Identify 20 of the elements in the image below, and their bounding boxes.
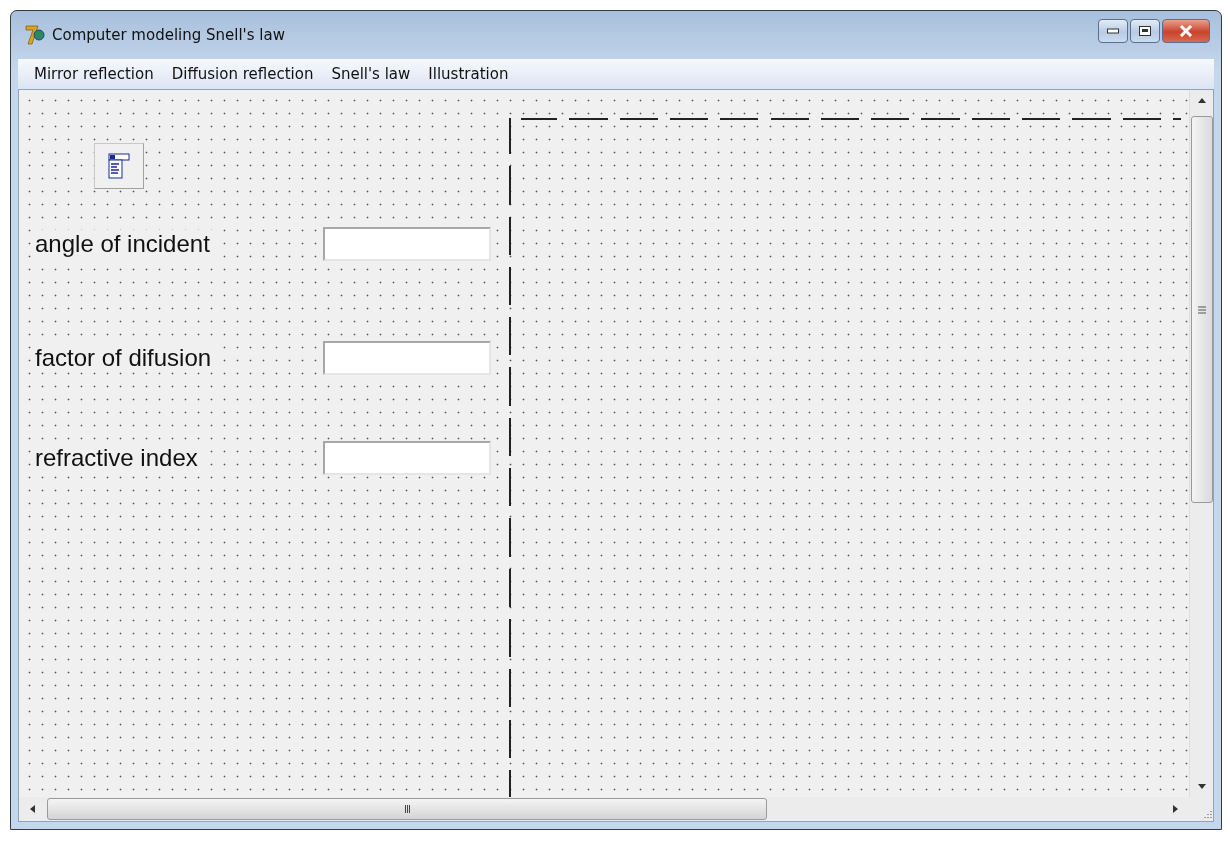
menu-item[interactable]: Diffusion reflection xyxy=(163,63,322,85)
menu-item[interactable]: Mirror reflection xyxy=(26,63,162,85)
list-form-icon xyxy=(108,153,130,179)
vertical-scroll-thumb[interactable] xyxy=(1190,116,1213,503)
close-button[interactable] xyxy=(1162,19,1210,43)
close-icon xyxy=(1179,25,1193,37)
maximize-button[interactable] xyxy=(1130,19,1160,43)
minimize-button[interactable] xyxy=(1098,19,1128,43)
window-title: Computer modeling Snell's law xyxy=(52,26,286,44)
resize-grip-icon[interactable] xyxy=(1201,809,1213,821)
input-field[interactable] xyxy=(323,441,491,475)
app-logo-icon xyxy=(24,24,46,46)
menu-item[interactable]: Illustration xyxy=(420,63,517,85)
menu-item[interactable]: Snell's law xyxy=(323,63,419,85)
input-field[interactable] xyxy=(323,227,491,261)
maximize-icon xyxy=(1139,26,1151,36)
minimize-icon xyxy=(1107,28,1119,34)
properties-tool-button[interactable] xyxy=(94,143,144,189)
horizontal-scroll-thumb[interactable]: III xyxy=(47,798,767,820)
input-field[interactable] xyxy=(323,341,491,375)
